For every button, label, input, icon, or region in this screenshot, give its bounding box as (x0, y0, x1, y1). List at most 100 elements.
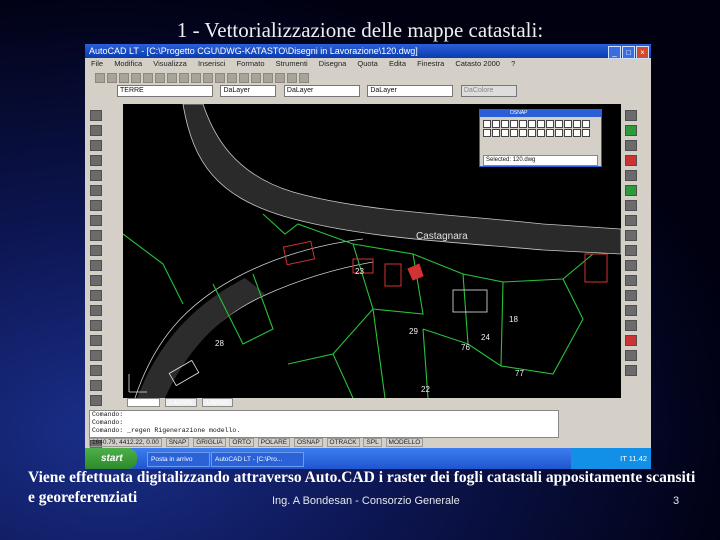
ellipse-icon[interactable] (90, 350, 102, 361)
plotstyle-combo[interactable]: DaColore (460, 85, 517, 97)
snap-center-icon[interactable] (528, 120, 536, 128)
maximize-icon[interactable]: □ (622, 46, 635, 59)
dimension-style-icon[interactable] (625, 320, 637, 331)
snap-midpoint-icon[interactable] (625, 185, 637, 196)
mirror-icon[interactable] (90, 185, 102, 196)
tab-layout1[interactable]: Layout1 (165, 398, 197, 407)
snap-extension-icon[interactable] (519, 120, 527, 128)
leader-icon[interactable] (625, 230, 637, 241)
menu-edita[interactable]: Edita (389, 59, 406, 68)
tab-layout2[interactable]: Layout2 (202, 398, 234, 407)
start-button[interactable]: start (85, 448, 137, 469)
menu-disegna[interactable]: Disegna (319, 59, 347, 68)
mode-snap[interactable]: SNAP (165, 438, 190, 447)
cut-icon[interactable] (155, 73, 165, 83)
undo-icon[interactable] (203, 73, 213, 83)
snap-tangent-icon[interactable] (625, 305, 637, 316)
command-window[interactable]: Comando: Comando: Comando: _regen Rigene… (89, 410, 559, 438)
snap-track-icon[interactable] (546, 129, 554, 137)
xline-icon[interactable] (90, 140, 102, 151)
linetype-combo[interactable]: DaLayer (283, 85, 360, 97)
array-icon[interactable] (90, 245, 102, 256)
match-properties-icon[interactable] (191, 73, 201, 83)
menu-catasto[interactable]: Catasto 2000 (455, 59, 500, 68)
snap-grid-icon[interactable] (528, 129, 536, 137)
snap-clear-icon[interactable] (582, 129, 590, 137)
preview-icon[interactable] (143, 73, 153, 83)
tab-modello[interactable]: Modello (127, 398, 160, 407)
menu-modifica[interactable]: Modifica (114, 59, 142, 68)
arc-icon[interactable] (90, 260, 102, 271)
snap-ortho-icon[interactable] (555, 129, 563, 137)
snap-intersection-icon[interactable] (501, 120, 509, 128)
snap-parallel-icon[interactable] (564, 120, 572, 128)
close-icon[interactable]: × (636, 46, 649, 59)
menu-finestra[interactable]: Finestra (417, 59, 444, 68)
design-center-icon[interactable] (287, 73, 297, 83)
taskbar-item[interactable]: Posta in arrivo (147, 452, 210, 467)
menu-formato[interactable]: Formato (237, 59, 265, 68)
snap-intersection-icon[interactable] (625, 215, 637, 226)
rotate-icon[interactable] (90, 305, 102, 316)
snap-endpoint-icon[interactable] (625, 155, 637, 166)
mode-polar[interactable]: POLARE (257, 438, 291, 447)
snap-lweight-icon[interactable] (564, 129, 572, 137)
menu-quota[interactable]: Quota (357, 59, 377, 68)
polyline-icon[interactable] (90, 170, 102, 181)
snap-model-icon[interactable] (573, 129, 581, 137)
layer-icon[interactable] (625, 125, 637, 136)
window-titlebar[interactable]: AutoCAD LT - [C:\Progetto CGU\DWG-KATAST… (85, 44, 651, 59)
insert-block-icon[interactable] (90, 380, 102, 391)
trim-icon[interactable] (90, 395, 102, 406)
color-combo[interactable]: DaLayer (220, 85, 277, 97)
menu-help[interactable]: ? (511, 59, 515, 68)
layer-combo[interactable]: TERRE (117, 85, 213, 97)
new-file-icon[interactable] (95, 73, 105, 83)
mode-ortho[interactable]: ORTO (229, 438, 254, 447)
snap-endpoint-icon[interactable] (483, 120, 491, 128)
dimension-aligned-icon[interactable] (625, 140, 637, 151)
erase-icon[interactable] (90, 125, 102, 136)
redo-icon[interactable] (215, 73, 225, 83)
line-icon[interactable] (90, 110, 102, 121)
circle-icon[interactable] (90, 290, 102, 301)
snap-settings-icon[interactable] (501, 129, 509, 137)
dimension-update-icon[interactable] (625, 350, 637, 361)
minimize-icon[interactable]: _ (608, 46, 621, 59)
snap-from-icon[interactable] (510, 129, 518, 137)
snap-perpendicular-icon[interactable] (625, 335, 637, 346)
mode-lweight[interactable]: SPL (363, 438, 382, 447)
snap-center-icon[interactable] (625, 245, 637, 256)
snap-apparent-icon[interactable] (510, 120, 518, 128)
floating-osnap-palette[interactable]: OSNAP Selected: 120.dwg (479, 109, 602, 167)
menu-visualizza[interactable]: Visualizza (153, 59, 187, 68)
lineweight-combo[interactable]: DaLayer (367, 85, 454, 97)
menu-inserisci[interactable]: Inserisci (198, 59, 226, 68)
move-icon[interactable] (90, 275, 102, 286)
spline-icon[interactable] (90, 320, 102, 331)
tolerance-icon[interactable] (625, 260, 637, 271)
snap-nearest-icon[interactable] (625, 365, 637, 376)
snap-quadrant-icon[interactable] (625, 275, 637, 286)
offset-icon[interactable] (90, 215, 102, 226)
rectangle-icon[interactable] (90, 230, 102, 241)
snap-node-icon[interactable] (582, 120, 590, 128)
copy-icon[interactable] (167, 73, 177, 83)
paste-icon[interactable] (179, 73, 189, 83)
mode-osnap[interactable]: OSNAP (293, 438, 323, 447)
polygon-icon[interactable] (90, 200, 102, 211)
snap-quadrant-icon[interactable] (537, 120, 545, 128)
mode-model[interactable]: MODELLO (385, 438, 424, 447)
taskbar-item[interactable]: AutoCAD LT - [C:\Pro... (211, 452, 304, 467)
mode-grid[interactable]: GRIGLIA (193, 438, 226, 447)
snap-midpoint-icon[interactable] (492, 120, 500, 128)
help-icon[interactable] (299, 73, 309, 83)
stretch-icon[interactable] (90, 365, 102, 376)
save-icon[interactable] (119, 73, 129, 83)
zoom-previous-icon[interactable] (263, 73, 273, 83)
mode-otrack[interactable]: OTRACK (326, 438, 360, 447)
properties-icon[interactable] (275, 73, 285, 83)
snap-polar-icon[interactable] (537, 129, 545, 137)
print-icon[interactable] (131, 73, 141, 83)
dimension-radius-icon[interactable] (625, 170, 637, 181)
